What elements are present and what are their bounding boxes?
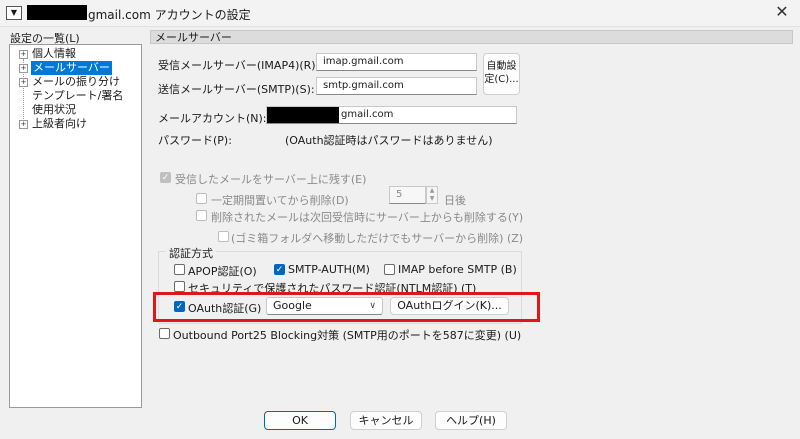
- delete-deleted-label: 削除されたメールは次回受信時にサーバー上からも削除する(Y): [211, 211, 524, 224]
- expand-icon[interactable]: +: [19, 64, 28, 73]
- days-unit-label: 日後: [444, 194, 466, 207]
- leave-on-server-checkbox[interactable]: ✓: [160, 172, 171, 183]
- delete-after-period-label: 一定期間置いてから削除(D): [211, 194, 349, 207]
- imap-before-smtp-checkbox[interactable]: [384, 264, 395, 275]
- tree-item-advanced[interactable]: 上級者向け: [32, 117, 87, 131]
- auth-method-title: 認証方式: [166, 245, 216, 261]
- days-spinner[interactable]: ▲ ▼: [426, 186, 438, 204]
- apop-checkbox[interactable]: [174, 264, 185, 275]
- smtp-server-input[interactable]: smtp.gmail.com: [316, 77, 477, 95]
- smtp-auth-label: SMTP-AUTH(M): [288, 263, 370, 276]
- settings-tree[interactable]: + 個人情報 + メールサーバー + メールの振り分け テンプレート/署名 使用…: [9, 44, 142, 408]
- tree-item-usage[interactable]: 使用状況: [32, 103, 76, 117]
- mail-account-label: メールアカウント(N):: [158, 112, 267, 125]
- ntlm-checkbox[interactable]: [174, 281, 185, 292]
- cancel-button[interactable]: キャンセル: [350, 411, 422, 430]
- password-label: パスワード(P):: [158, 134, 232, 147]
- outbound25-checkbox[interactable]: [159, 328, 170, 339]
- help-button[interactable]: ヘルプ(H): [435, 411, 507, 430]
- tree-item-mail-server[interactable]: メールサーバー: [31, 61, 112, 75]
- window-title: gmail.com アカウントの設定: [88, 8, 251, 22]
- delete-deleted-checkbox[interactable]: [196, 210, 207, 221]
- trash-delete-checkbox[interactable]: [218, 231, 229, 242]
- tree-item-personal-info[interactable]: 個人情報: [32, 47, 76, 61]
- expand-icon[interactable]: +: [19, 78, 28, 87]
- auto-config-button[interactable]: 自動設定(C)...: [483, 53, 520, 95]
- smtp-auth-checkbox[interactable]: ✓: [274, 264, 285, 275]
- highlight-annotation: [153, 292, 540, 322]
- days-input[interactable]: 5: [389, 186, 426, 204]
- expand-icon[interactable]: +: [19, 50, 28, 59]
- section-header: メールサーバー: [150, 30, 793, 44]
- outbound25-label: Outbound Port25 Blocking対策 (SMTP用のポートを58…: [173, 329, 522, 342]
- system-menu-icon[interactable]: ▼: [6, 6, 22, 20]
- redacted-email-title: [27, 5, 87, 20]
- imap-server-input[interactable]: imap.gmail.com: [316, 53, 477, 71]
- spin-down-icon[interactable]: ▼: [427, 195, 437, 203]
- apop-label: APOP認証(O): [188, 265, 257, 278]
- spin-up-icon[interactable]: ▲: [427, 187, 437, 195]
- tree-item-mail-filter[interactable]: メールの振り分け: [32, 75, 120, 89]
- imap-before-smtp-label: IMAP before SMTP (B): [398, 263, 517, 276]
- redacted-account: [267, 107, 339, 123]
- ok-button[interactable]: OK: [264, 411, 336, 430]
- expand-icon[interactable]: +: [19, 120, 28, 129]
- smtp-server-label: 送信メールサーバー(SMTP)(S):: [158, 83, 315, 96]
- tree-item-template-signature[interactable]: テンプレート/署名: [32, 89, 123, 103]
- trash-delete-label: (ゴミ箱フォルダへ移動しただけでもサーバーから削除) (Z): [231, 232, 524, 245]
- close-icon[interactable]: ✕: [770, 2, 794, 22]
- leave-on-server-label: 受信したメールをサーバー上に残す(E): [175, 173, 367, 186]
- password-note: (OAuth認証時はパスワードはありません): [285, 134, 493, 147]
- imap-server-label: 受信メールサーバー(IMAP4)(R):: [158, 59, 320, 72]
- delete-after-period-checkbox[interactable]: [196, 193, 207, 204]
